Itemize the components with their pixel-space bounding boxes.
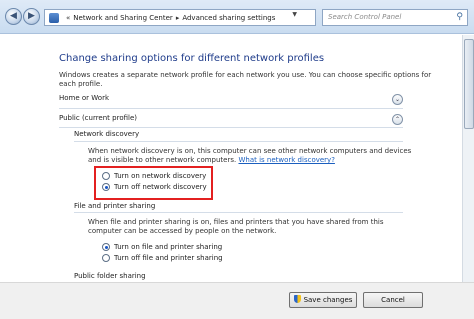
address-dropdown-icon[interactable]: ▼ <box>292 11 297 18</box>
breadcrumb-separator-icon: ▸ <box>175 13 180 22</box>
page-title: Change sharing options for different net… <box>59 53 325 64</box>
breadcrumb-item[interactable]: Advanced sharing settings <box>182 14 275 22</box>
forward-button[interactable]: ▶ <box>23 8 40 25</box>
chevron-up-icon[interactable]: ⌃ <box>392 114 403 125</box>
red-highlight-box <box>94 166 213 200</box>
radio-button-selected[interactable] <box>102 243 110 251</box>
scrollbar-thumb[interactable] <box>464 39 474 129</box>
breadcrumb-item[interactable]: Network and Sharing Center <box>73 14 173 22</box>
network-discovery-title: Network discovery <box>74 130 140 138</box>
save-button-label: Save changes <box>303 296 353 304</box>
page-intro: Windows creates a separate network profi… <box>59 71 432 88</box>
vertical-scrollbar[interactable] <box>462 35 474 282</box>
cancel-button[interactable]: Cancel <box>363 292 423 308</box>
back-button[interactable]: ◀ <box>5 8 22 25</box>
radio-label: Turn on file and printer sharing <box>114 243 223 251</box>
file-printer-sharing-description: When file and printer sharing is on, fil… <box>88 218 384 235</box>
file-printer-sharing-title: File and printer sharing <box>74 202 156 210</box>
save-changes-button[interactable]: Save changes <box>289 292 357 308</box>
divider <box>74 141 403 142</box>
chevron-down-icon[interactable]: ⌄ <box>392 94 403 105</box>
button-bar: Save changes Cancel <box>0 282 474 319</box>
profile-label: Home or Work <box>59 94 110 102</box>
profile-public[interactable]: Public (current profile) ⌃ <box>59 114 403 126</box>
cancel-button-label: Cancel <box>381 296 405 304</box>
public-folder-sharing-title: Public folder sharing <box>74 272 146 280</box>
address-bar[interactable]: « Network and Sharing Center ▸ Advanced … <box>44 9 316 26</box>
radio-button[interactable] <box>102 254 110 262</box>
breadcrumb-separator-icon: « <box>66 13 71 22</box>
address-toolbar: ◀ ▶ « Network and Sharing Center ▸ Advan… <box>0 0 474 34</box>
network-discovery-description: When network discovery is on, this compu… <box>88 147 418 165</box>
search-placeholder: Search Control Panel <box>328 13 402 21</box>
divider <box>59 108 403 109</box>
radio-label: Turn off file and printer sharing <box>114 254 223 262</box>
radio-turn-on-file-printer-sharing[interactable]: Turn on file and printer sharing <box>102 242 222 252</box>
profile-home-or-work[interactable]: Home or Work ⌄ <box>59 94 403 106</box>
radio-turn-off-file-printer-sharing[interactable]: Turn off file and printer sharing <box>102 253 223 263</box>
what-is-network-discovery-link[interactable]: What is network discovery? <box>238 156 334 164</box>
divider <box>59 127 403 128</box>
search-icon[interactable]: ⚲ <box>456 10 463 25</box>
search-input[interactable]: Search Control Panel ⚲ <box>322 9 468 26</box>
control-panel-icon <box>49 12 59 23</box>
uac-shield-icon <box>293 295 301 303</box>
divider <box>74 212 403 213</box>
profile-label: Public (current profile) <box>59 114 137 122</box>
